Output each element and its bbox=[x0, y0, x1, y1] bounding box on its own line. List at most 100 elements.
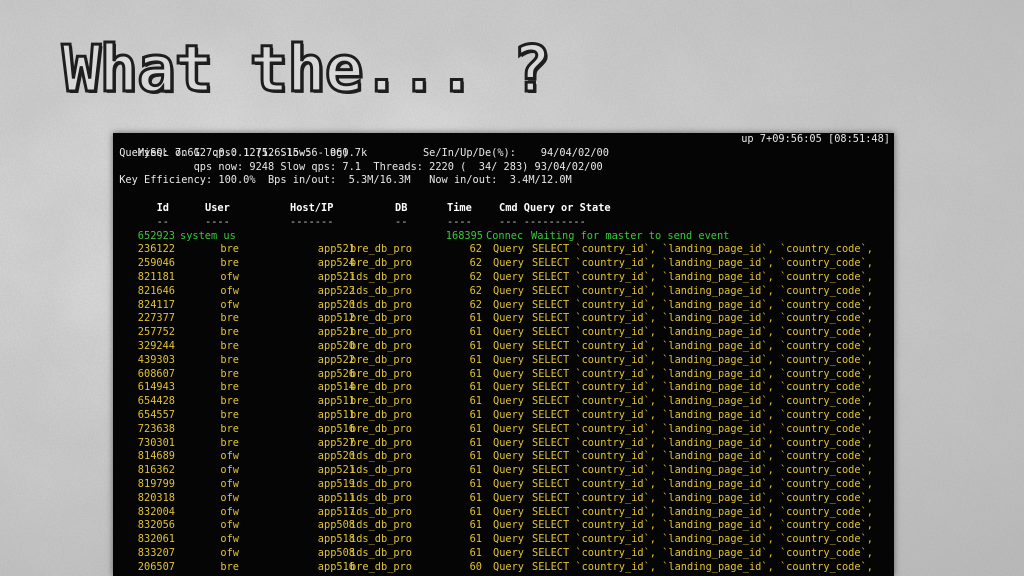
cell-db: ids_db_pro bbox=[350, 450, 412, 463]
cell-db: bre_db_pro bbox=[350, 353, 412, 366]
table-row: 608607 bre app526 bre_db_pro 61 Query SELECT `… bbox=[113, 368, 894, 382]
uptime-info: up 7+09:56:05 [08:51:48] bbox=[741, 133, 890, 145]
cell-db: bre_db_pro bbox=[350, 408, 412, 421]
cell-cmd: Query bbox=[493, 436, 524, 449]
cell-query: SELECT `country_id`, `landing_page_id`, … bbox=[532, 270, 873, 283]
cell-query: SELECT `country_id`, `landing_page_id`, … bbox=[532, 312, 873, 325]
cell-id: 329244 bbox=[137, 339, 175, 352]
table-row: 814689 ofw app520 ids_db_pro 61 Query SELECT `… bbox=[113, 450, 894, 464]
col-time-sep: ---- bbox=[447, 215, 472, 228]
table-row: 824117 ofw app520 ids_db_pro 62 Query SELECT `… bbox=[113, 299, 894, 313]
cell-user: system us bbox=[180, 229, 236, 242]
cell-cmd: Query bbox=[493, 339, 524, 352]
header-line-1: MySQL on 127.0.0.1 (5.6.15-56-log) up 7+… bbox=[113, 133, 894, 159]
table-row: 821181 ofw app521 ids_db_pro 62 Query SELECT `… bbox=[113, 271, 894, 285]
cell-user: bre bbox=[220, 560, 239, 573]
table-row: 816362 ofw app521 ids_db_pro 61 Query SELECT `… bbox=[113, 464, 894, 478]
table-row: 259046 bre app524 bre_db_pro 62 Query SELECT `… bbox=[113, 257, 894, 271]
cell-state: Waiting for master to send event bbox=[531, 229, 730, 242]
cell-user: ofw bbox=[220, 284, 239, 297]
cell-user: ofw bbox=[220, 491, 239, 504]
cell-host: app521 bbox=[317, 464, 355, 477]
col-user-sep: ---- bbox=[205, 215, 230, 228]
cell-time: 61 bbox=[469, 395, 482, 408]
cell-cmd: Query bbox=[493, 312, 524, 325]
cell-id: 654428 bbox=[137, 395, 175, 408]
cell-db: bre_db_pro bbox=[350, 422, 412, 435]
cell-id: 820318 bbox=[137, 491, 175, 504]
cell-id: 608607 bbox=[137, 367, 175, 380]
cell-id: 816362 bbox=[137, 464, 175, 477]
cell-time: 62 bbox=[469, 257, 482, 270]
cell-db: bre_db_pro bbox=[350, 395, 412, 408]
cell-db: ids_db_pro bbox=[350, 491, 412, 504]
cell-time: 61 bbox=[469, 367, 482, 380]
cell-id: 819799 bbox=[137, 477, 175, 490]
cell-id: 832061 bbox=[137, 533, 175, 546]
table-row: 329244 bre app520 bre_db_pro 61 Query SELECT `… bbox=[113, 340, 894, 354]
cell-user: bre bbox=[220, 381, 239, 394]
cell-host: app511 bbox=[317, 491, 355, 504]
cell-time: 62 bbox=[469, 270, 482, 283]
cell-id: 824117 bbox=[137, 298, 175, 311]
cell-query: SELECT `country_id`, `landing_page_id`, … bbox=[532, 257, 873, 270]
col-db-sep: -- bbox=[395, 215, 408, 228]
cell-cmd: Query bbox=[493, 284, 524, 297]
mytop-terminal: MySQL on 127.0.0.1 (5.6.15-56-log) up 7+… bbox=[113, 133, 894, 576]
cell-host: app519 bbox=[317, 477, 355, 490]
cell-db: ids_db_pro bbox=[350, 464, 412, 477]
cell-time: 62 bbox=[469, 284, 482, 297]
process-list: 236122 bre app521 bre_db_pro 62 Query SELECT `… bbox=[113, 243, 894, 574]
col-id-sep: -- bbox=[156, 215, 169, 228]
cell-user: ofw bbox=[220, 270, 239, 283]
cell-id: 821181 bbox=[137, 270, 175, 283]
table-row: 820318 ofw app511 ids_db_pro 61 Query SELECT `… bbox=[113, 492, 894, 506]
cell-host: app526 bbox=[317, 367, 355, 380]
cell-query: SELECT `country_id`, `landing_page_id`, … bbox=[532, 339, 873, 352]
cell-host: app521 bbox=[317, 243, 355, 256]
cell-host: app517 bbox=[317, 505, 355, 518]
cell-time: 62 bbox=[469, 298, 482, 311]
cell-host: app521 bbox=[317, 270, 355, 283]
col-user-header: User bbox=[205, 201, 230, 214]
cell-query: SELECT `country_id`, `landing_page_id`, … bbox=[532, 408, 873, 421]
cell-query: SELECT `country_id`, `landing_page_id`, … bbox=[532, 381, 873, 394]
cell-cmd: Query bbox=[493, 381, 524, 394]
cell-user: bre bbox=[220, 312, 239, 325]
cell-id: 832004 bbox=[137, 505, 175, 518]
cell-query: SELECT `country_id`, `landing_page_id`, … bbox=[532, 491, 873, 504]
cell-time: 62 bbox=[469, 243, 482, 256]
cell-db: ids_db_pro bbox=[350, 298, 412, 311]
cell-time: 61 bbox=[469, 450, 482, 463]
cell-query: SELECT `country_id`, `landing_page_id`, … bbox=[532, 464, 873, 477]
cell-time: 61 bbox=[469, 505, 482, 518]
cell-user: ofw bbox=[220, 450, 239, 463]
col-time-header: Time bbox=[447, 201, 472, 214]
cell-host: app512 bbox=[317, 312, 355, 325]
cell-cmd: Query bbox=[493, 408, 524, 421]
cell-cmd: Query bbox=[493, 505, 524, 518]
cell-query: SELECT `country_id`, `landing_page_id`, … bbox=[532, 243, 873, 256]
cell-id: 832056 bbox=[137, 519, 175, 532]
cell-cmd: Query bbox=[493, 298, 524, 311]
cell-user: bre bbox=[220, 353, 239, 366]
cell-user: ofw bbox=[220, 298, 239, 311]
cell-query: SELECT `country_id`, `landing_page_id`, … bbox=[532, 353, 873, 366]
cell-time: 61 bbox=[469, 519, 482, 532]
cell-host: app522 bbox=[317, 284, 355, 297]
table-row: 257752 bre app521 bre_db_pro 61 Query SELECT `… bbox=[113, 326, 894, 340]
cell-db: ids_db_pro bbox=[350, 505, 412, 518]
cell-cmd: Query bbox=[493, 326, 524, 339]
header-line-2: Queries: 7.6G qps: 12712 Slow: 960.7k Se… bbox=[113, 146, 609, 159]
table-row: 614943 bre app514 bre_db_pro 61 Query SELECT `… bbox=[113, 381, 894, 395]
cell-cmd: Query bbox=[493, 560, 524, 573]
cell-db: bre_db_pro bbox=[350, 326, 412, 339]
cell-user: ofw bbox=[220, 546, 239, 559]
cell-cmd: Query bbox=[493, 353, 524, 366]
cell-db: ids_db_pro bbox=[350, 477, 412, 490]
cell-user: ofw bbox=[220, 519, 239, 532]
cell-time: 60 bbox=[469, 560, 482, 573]
cell-query: SELECT `country_id`, `landing_page_id`, … bbox=[532, 326, 873, 339]
header-line-3: qps now: 9248 Slow qps: 7.1 Threads: 222… bbox=[113, 160, 603, 173]
cell-db: bre_db_pro bbox=[350, 367, 412, 380]
